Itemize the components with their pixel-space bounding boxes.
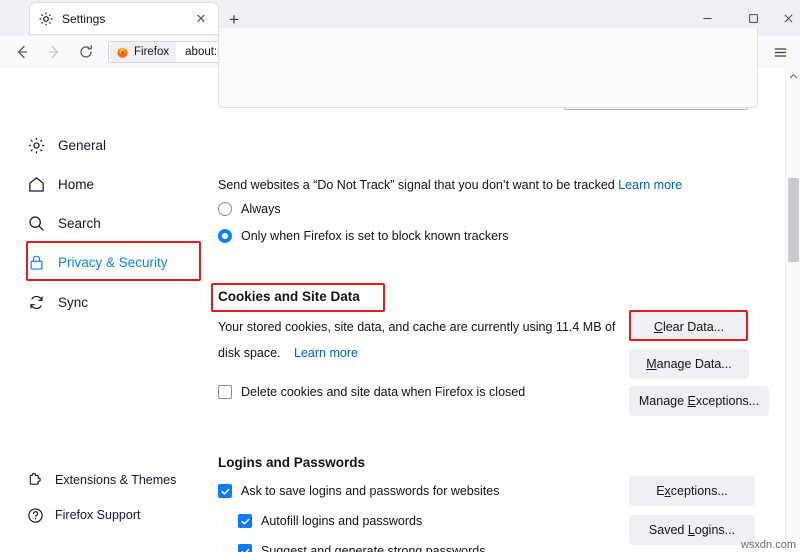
help-icon bbox=[26, 506, 44, 524]
sidebar-item-general[interactable]: General bbox=[26, 129, 106, 161]
sidebar-item-label: Firefox Support bbox=[55, 508, 140, 522]
radio-button-selected[interactable] bbox=[218, 229, 232, 243]
home-icon bbox=[26, 174, 46, 194]
settings-main-pane: Send websites a “Do Not Track” signal th… bbox=[210, 68, 785, 552]
sidebar-item-label: Home bbox=[58, 177, 94, 192]
sidebar-item-home[interactable]: Home bbox=[26, 168, 94, 200]
sidebar-item-label: General bbox=[58, 138, 106, 153]
browser-tab-settings[interactable]: Settings ✕ bbox=[30, 3, 218, 34]
tab-title: Settings bbox=[62, 12, 192, 26]
checkbox-label: Delete cookies and site data when Firefo… bbox=[241, 385, 525, 399]
radio-button[interactable] bbox=[218, 202, 232, 216]
sync-icon bbox=[26, 292, 46, 312]
cookies-usage-line1: Your stored cookies, site data, and cach… bbox=[218, 320, 615, 334]
sidebar-item-label: Sync bbox=[58, 295, 88, 310]
checkbox-suggest-strong-passwords[interactable]: Suggest and generate strong passwords bbox=[238, 544, 485, 552]
site-identity-box[interactable]: Firefox bbox=[110, 42, 176, 62]
extension-icon bbox=[26, 471, 44, 489]
cookies-usage-line2: disk space. Learn more bbox=[218, 346, 358, 360]
gear-icon bbox=[38, 11, 54, 27]
checkbox-checked[interactable] bbox=[218, 484, 232, 498]
identity-label: Firefox bbox=[134, 46, 169, 58]
scrolled-panel-edge bbox=[218, 28, 758, 108]
search-icon bbox=[26, 213, 46, 233]
settings-content: Find in Settings General bbox=[0, 68, 800, 552]
checkbox-checked[interactable] bbox=[238, 544, 252, 552]
browser-window: Settings ✕ + bbox=[0, 0, 800, 552]
checkbox-label: Autofill logins and passwords bbox=[261, 514, 422, 528]
forward-button[interactable] bbox=[42, 40, 66, 64]
sidebar-item-sync[interactable]: Sync bbox=[26, 286, 88, 318]
radio-dnt-only-when-blocking[interactable]: Only when Firefox is set to block known … bbox=[218, 229, 508, 243]
sidebar-item-extensions-themes[interactable]: Extensions & Themes bbox=[26, 466, 176, 494]
sidebar-item-label: Search bbox=[58, 216, 101, 231]
learn-more-link[interactable]: Learn more bbox=[294, 346, 358, 360]
sidebar-item-label: Privacy & Security bbox=[58, 255, 168, 270]
back-button[interactable] bbox=[10, 40, 34, 64]
manage-exceptions-button[interactable]: Manage Exceptions... bbox=[629, 386, 769, 416]
radio-label: Only when Firefox is set to block known … bbox=[241, 229, 508, 243]
reload-button[interactable] bbox=[74, 40, 98, 64]
sidebar-item-label: Extensions & Themes bbox=[55, 473, 176, 487]
do-not-track-description: Send websites a “Do Not Track” signal th… bbox=[218, 178, 682, 192]
close-window-button[interactable] bbox=[776, 0, 800, 36]
sidebar-item-firefox-support[interactable]: Firefox Support bbox=[26, 501, 140, 529]
manage-data-button[interactable]: Manage Data... bbox=[629, 349, 749, 379]
scroll-up-arrow-icon[interactable] bbox=[786, 68, 800, 84]
logins-section-heading: Logins and Passwords bbox=[218, 455, 365, 470]
vertical-scrollbar[interactable] bbox=[785, 68, 800, 552]
checkbox-ask-to-save-logins[interactable]: Ask to save logins and passwords for web… bbox=[218, 484, 499, 498]
saved-logins-button[interactable]: Saved Logins... bbox=[629, 515, 755, 545]
radio-dnt-always[interactable]: Always bbox=[218, 202, 281, 216]
radio-label: Always bbox=[241, 202, 281, 216]
sidebar-item-search[interactable]: Search bbox=[26, 207, 101, 239]
cookies-section-heading: Cookies and Site Data bbox=[218, 289, 360, 304]
checkbox-label: Suggest and generate strong passwords bbox=[261, 544, 485, 552]
clear-data-button[interactable]: Clear Data... bbox=[629, 312, 749, 342]
checkbox-label: Ask to save logins and passwords for web… bbox=[241, 484, 499, 498]
checkbox[interactable] bbox=[218, 385, 232, 399]
gear-icon bbox=[26, 135, 46, 155]
sidebar-item-privacy-security[interactable]: Privacy & Security bbox=[26, 246, 168, 278]
close-icon[interactable]: ✕ bbox=[192, 10, 210, 28]
settings-sidebar: General Home Search bbox=[0, 68, 210, 552]
exceptions-button[interactable]: Exceptions... bbox=[629, 476, 755, 506]
firefox-logo-icon bbox=[116, 46, 129, 59]
lock-icon bbox=[26, 252, 46, 272]
hamburger-menu-icon[interactable] bbox=[768, 40, 792, 64]
watermark: wsxdn.com bbox=[741, 539, 796, 551]
learn-more-link[interactable]: Learn more bbox=[618, 178, 682, 192]
checkbox-delete-cookies-on-close[interactable]: Delete cookies and site data when Firefo… bbox=[218, 385, 525, 399]
scrollbar-thumb[interactable] bbox=[788, 178, 799, 262]
checkbox-autofill-logins[interactable]: Autofill logins and passwords bbox=[238, 514, 422, 528]
checkbox-checked[interactable] bbox=[238, 514, 252, 528]
